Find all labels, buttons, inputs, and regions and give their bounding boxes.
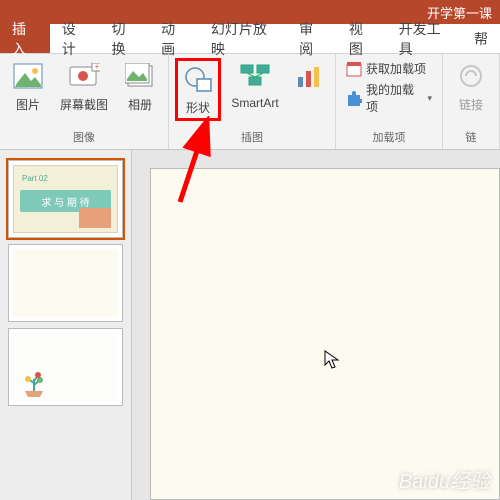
slide-thumbnail[interactable] bbox=[8, 244, 123, 322]
group-illustrations: 形状 SmartArt 插图 bbox=[169, 54, 336, 149]
tab-design[interactable]: 设计 bbox=[50, 24, 100, 53]
work-area: Part 02 求 与 期 待 bbox=[0, 150, 500, 500]
link-label: 链接 bbox=[459, 96, 483, 113]
group-images: 图片 + 屏幕截图 相册 图像 bbox=[0, 54, 169, 149]
thumbnail-preview bbox=[13, 333, 118, 401]
thumbnail-part-label: Part 02 bbox=[22, 174, 48, 183]
picture-icon bbox=[12, 60, 44, 92]
tab-review[interactable]: 审阅 bbox=[287, 24, 337, 53]
tab-view[interactable]: 视图 bbox=[337, 24, 387, 53]
slide-canvas-area[interactable] bbox=[132, 150, 500, 500]
chart-button[interactable] bbox=[289, 58, 329, 98]
smartart-label: SmartArt bbox=[231, 96, 278, 110]
group-illustrations-label: 插图 bbox=[175, 127, 329, 147]
tab-animations[interactable]: 动画 bbox=[149, 24, 199, 53]
mouse-cursor-icon bbox=[324, 350, 340, 370]
group-links: 链接 链 bbox=[443, 54, 500, 149]
shapes-icon bbox=[182, 63, 214, 95]
tab-transitions[interactable]: 切换 bbox=[99, 24, 149, 53]
album-button[interactable]: 相册 bbox=[118, 58, 162, 115]
album-icon bbox=[124, 60, 156, 92]
thumbnail-preview bbox=[13, 249, 118, 317]
link-button[interactable]: 链接 bbox=[449, 58, 493, 115]
group-addins: 获取加载项 我的加载项 ▾ 加载项 bbox=[336, 54, 443, 149]
svg-text:+: + bbox=[95, 63, 100, 71]
shapes-button[interactable]: 形状 bbox=[175, 58, 221, 121]
current-slide[interactable] bbox=[150, 168, 500, 500]
screenshot-button[interactable]: + 屏幕截图 bbox=[56, 58, 112, 115]
ribbon-tabs: 插入 设计 切换 动画 幻灯片放映 审阅 视图 开发工具 帮 bbox=[0, 24, 500, 54]
smartart-button[interactable]: SmartArt bbox=[227, 58, 283, 112]
screenshot-icon: + bbox=[68, 60, 100, 92]
slide-thumbnail[interactable] bbox=[8, 328, 123, 406]
link-icon bbox=[455, 60, 487, 92]
thumbnail-preview: Part 02 求 与 期 待 bbox=[13, 165, 118, 233]
tab-help[interactable]: 帮 bbox=[462, 24, 500, 53]
tab-slideshow[interactable]: 幻灯片放映 bbox=[199, 24, 287, 53]
get-addins-button[interactable]: 获取加载项 bbox=[346, 60, 432, 77]
thumbnail-plant-graphic bbox=[19, 369, 49, 397]
thumbnail-desk-graphic bbox=[79, 208, 111, 228]
dropdown-icon: ▾ bbox=[427, 93, 432, 104]
pictures-button[interactable]: 图片 bbox=[6, 58, 50, 115]
group-links-label: 链 bbox=[449, 127, 493, 147]
chart-icon bbox=[293, 60, 325, 92]
smartart-icon bbox=[239, 60, 271, 92]
shapes-label: 形状 bbox=[186, 99, 210, 116]
tab-developer[interactable]: 开发工具 bbox=[387, 24, 462, 53]
ribbon: 图片 + 屏幕截图 相册 图像 形状 bbox=[0, 54, 500, 150]
group-addins-label: 加载项 bbox=[342, 127, 436, 147]
puzzle-icon bbox=[346, 90, 362, 106]
screenshot-label: 屏幕截图 bbox=[60, 96, 108, 113]
my-addins-button[interactable]: 我的加载项 ▾ bbox=[346, 81, 432, 115]
get-addins-label: 获取加载项 bbox=[366, 60, 426, 77]
my-addins-label: 我的加载项 bbox=[366, 81, 423, 115]
watermark: Baidu经验 bbox=[399, 465, 490, 494]
group-images-label: 图像 bbox=[6, 127, 162, 147]
pictures-label: 图片 bbox=[16, 96, 40, 113]
tab-insert[interactable]: 插入 bbox=[0, 24, 50, 53]
store-icon bbox=[346, 61, 362, 77]
album-label: 相册 bbox=[128, 96, 152, 113]
slide-thumbnail[interactable]: Part 02 求 与 期 待 bbox=[8, 160, 123, 238]
slide-thumbnails-panel[interactable]: Part 02 求 与 期 待 bbox=[0, 150, 132, 500]
